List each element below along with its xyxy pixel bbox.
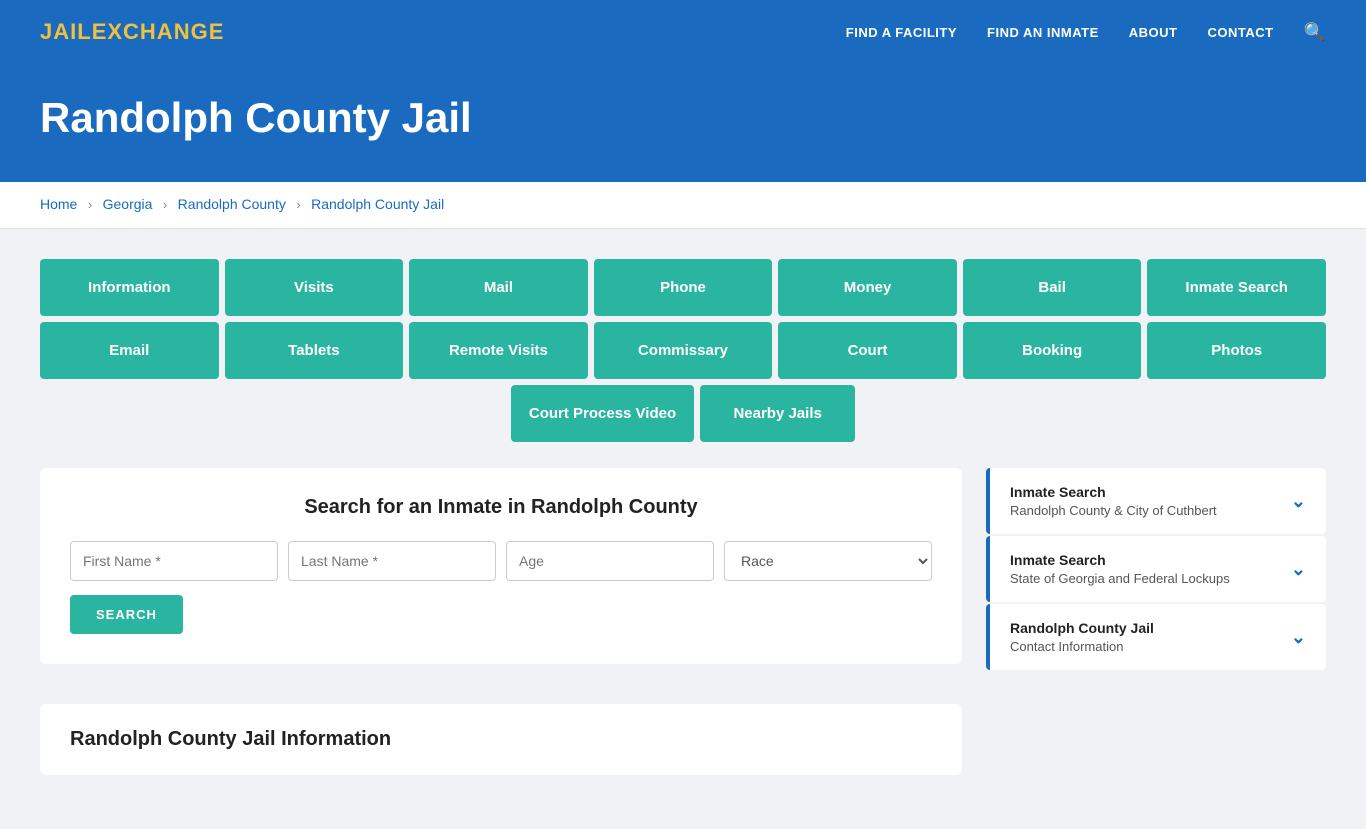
- btn-phone[interactable]: Phone: [594, 259, 773, 316]
- nav-find-inmate[interactable]: FIND AN INMATE: [987, 25, 1099, 40]
- btn-court[interactable]: Court: [778, 322, 957, 379]
- breadcrumb-state[interactable]: Georgia: [103, 196, 153, 212]
- chevron-down-icon-0: ⌄: [1291, 491, 1306, 512]
- search-form-row1: Race White Black Hispanic Asian Other: [70, 541, 932, 581]
- sidebar-card-subtitle-0: Randolph County & City of Cuthbert: [1010, 503, 1217, 518]
- search-button[interactable]: SEARCH: [70, 595, 183, 634]
- sidebar-card-subtitle-2: Contact Information: [1010, 639, 1154, 654]
- breadcrumb-sep-1: ›: [88, 197, 92, 212]
- sidebar-card-title-0: Inmate Search: [1010, 484, 1217, 500]
- inmate-search-card: Search for an Inmate in Randolph County …: [40, 468, 962, 664]
- sidebar-card-subtitle-1: State of Georgia and Federal Lockups: [1010, 571, 1230, 586]
- btn-court-process-video[interactable]: Court Process Video: [511, 385, 694, 442]
- sidebar-card-text-1: Inmate Search State of Georgia and Feder…: [1010, 552, 1230, 586]
- breadcrumb-sep-3: ›: [296, 197, 300, 212]
- breadcrumb: Home › Georgia › Randolph County › Rando…: [0, 182, 1366, 229]
- btn-visits[interactable]: Visits: [225, 259, 404, 316]
- sidebar-card-2[interactable]: Randolph County Jail Contact Information…: [986, 604, 1326, 670]
- chevron-down-icon-2: ⌄: [1291, 627, 1306, 648]
- nav-about[interactable]: ABOUT: [1129, 25, 1178, 40]
- btn-commissary[interactable]: Commissary: [594, 322, 773, 379]
- last-name-input[interactable]: [288, 541, 496, 581]
- logo-jail: JAIL: [40, 19, 92, 44]
- sidebar-card-text-0: Inmate Search Randolph County & City of …: [1010, 484, 1217, 518]
- nav-contact[interactable]: CONTACT: [1207, 25, 1273, 40]
- sidebar-card-title-1: Inmate Search: [1010, 552, 1230, 568]
- breadcrumb-sep-2: ›: [163, 197, 167, 212]
- jail-info-title: Randolph County Jail Information: [70, 728, 932, 751]
- search-icon-button[interactable]: 🔍: [1304, 22, 1326, 43]
- button-grid-row2: Email Tablets Remote Visits Commissary C…: [40, 322, 1326, 379]
- navbar: JAILEXCHANGE FIND A FACILITY FIND AN INM…: [0, 0, 1366, 64]
- sidebar-card-1[interactable]: Inmate Search State of Georgia and Feder…: [986, 536, 1326, 602]
- btn-information[interactable]: Information: [40, 259, 219, 316]
- lower-section: Search for an Inmate in Randolph County …: [40, 468, 1326, 775]
- sidebar-card-text-2: Randolph County Jail Contact Information: [1010, 620, 1154, 654]
- btn-mail[interactable]: Mail: [409, 259, 588, 316]
- chevron-down-icon-1: ⌄: [1291, 559, 1306, 580]
- nav-find-facility[interactable]: FIND A FACILITY: [846, 25, 957, 40]
- btn-booking[interactable]: Booking: [963, 322, 1142, 379]
- jail-info-section: Randolph County Jail Information: [40, 704, 962, 775]
- hero-section: Randolph County Jail: [0, 64, 1366, 182]
- btn-remote-visits[interactable]: Remote Visits: [409, 322, 588, 379]
- button-grid-row1: Information Visits Mail Phone Money Bail…: [40, 259, 1326, 316]
- site-logo[interactable]: JAILEXCHANGE: [40, 19, 224, 45]
- button-grid-row3: Court Process Video Nearby Jails: [40, 385, 1326, 442]
- btn-tablets[interactable]: Tablets: [225, 322, 404, 379]
- btn-nearby-jails[interactable]: Nearby Jails: [700, 385, 855, 442]
- page-title: Randolph County Jail: [40, 94, 1326, 142]
- race-select[interactable]: Race White Black Hispanic Asian Other: [724, 541, 932, 581]
- btn-photos[interactable]: Photos: [1147, 322, 1326, 379]
- sidebar-card-title-2: Randolph County Jail: [1010, 620, 1154, 636]
- main-content: Information Visits Mail Phone Money Bail…: [0, 229, 1366, 829]
- btn-inmate-search[interactable]: Inmate Search: [1147, 259, 1326, 316]
- btn-bail[interactable]: Bail: [963, 259, 1142, 316]
- breadcrumb-county[interactable]: Randolph County: [178, 196, 286, 212]
- search-form-title: Search for an Inmate in Randolph County: [70, 496, 932, 519]
- btn-email[interactable]: Email: [40, 322, 219, 379]
- sidebar-card-0[interactable]: Inmate Search Randolph County & City of …: [986, 468, 1326, 534]
- breadcrumb-home[interactable]: Home: [40, 196, 77, 212]
- first-name-input[interactable]: [70, 541, 278, 581]
- logo-exchange: EXCHANGE: [92, 19, 225, 44]
- nav-links: FIND A FACILITY FIND AN INMATE ABOUT CON…: [846, 22, 1326, 43]
- right-sidebar: Inmate Search Randolph County & City of …: [986, 468, 1326, 670]
- btn-money[interactable]: Money: [778, 259, 957, 316]
- breadcrumb-current: Randolph County Jail: [311, 196, 444, 212]
- age-input[interactable]: [506, 541, 714, 581]
